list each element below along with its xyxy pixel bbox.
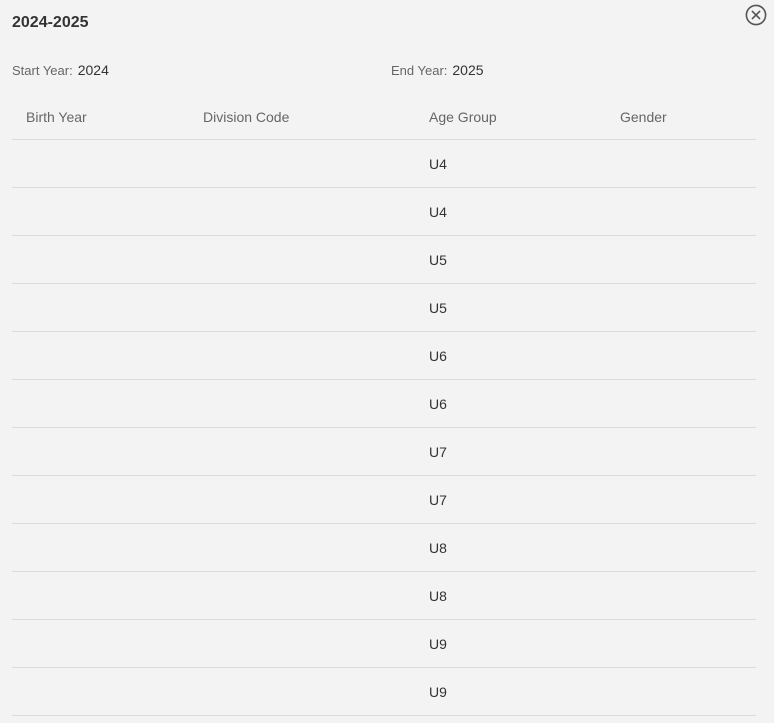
table-row: U4 bbox=[12, 188, 756, 236]
table-row: U7 bbox=[12, 476, 756, 524]
table-row: U9 bbox=[12, 620, 756, 668]
table-row: U8 bbox=[12, 572, 756, 620]
table-row: U7 bbox=[12, 428, 756, 476]
cell-age-group: U4 bbox=[429, 156, 447, 172]
cell-age-group: U9 bbox=[429, 684, 447, 700]
age-group-table: Birth Year Division Code Age Group Gende… bbox=[12, 93, 756, 716]
cell-age-group: U9 bbox=[429, 636, 447, 652]
modal-title: 2024-2025 bbox=[12, 14, 89, 31]
cell-age-group: U8 bbox=[429, 588, 447, 604]
column-header-age-group[interactable]: Age Group bbox=[429, 108, 497, 126]
cell-age-group: U5 bbox=[429, 252, 447, 268]
cell-age-group: U4 bbox=[429, 204, 447, 220]
start-year-label: Start Year: bbox=[12, 63, 73, 78]
cell-age-group: U7 bbox=[429, 444, 447, 460]
cell-age-group: U7 bbox=[429, 492, 447, 508]
close-circle-icon bbox=[745, 4, 767, 26]
start-year-value: 2024 bbox=[77, 62, 109, 78]
cell-age-group: U5 bbox=[429, 300, 447, 316]
end-year-label: End Year: bbox=[391, 63, 448, 78]
column-header-birth-year[interactable]: Birth Year bbox=[26, 108, 87, 126]
table-body: U4 U4 U5 U5 U6 U6 U7 U7 U8 U8 U9 U9 bbox=[12, 140, 756, 716]
table-header: Birth Year Division Code Age Group Gende… bbox=[12, 93, 756, 140]
table-row: U9 bbox=[12, 668, 756, 716]
start-year-field: Start Year: 2024 bbox=[12, 61, 109, 80]
end-year-field: End Year: 2025 bbox=[391, 61, 484, 80]
season-details-modal: 2024-2025 Start Year: 2024 End Year: 2025 … bbox=[0, 0, 774, 723]
table-row: U8 bbox=[12, 524, 756, 572]
cell-age-group: U8 bbox=[429, 540, 447, 556]
table-row: U6 bbox=[12, 380, 756, 428]
cell-age-group: U6 bbox=[429, 348, 447, 364]
table-row: U4 bbox=[12, 140, 756, 188]
end-year-value: 2025 bbox=[452, 62, 484, 78]
table-row: U6 bbox=[12, 332, 756, 380]
table-row: U5 bbox=[12, 236, 756, 284]
column-header-division-code[interactable]: Division Code bbox=[203, 108, 289, 126]
table-row: U5 bbox=[12, 284, 756, 332]
cell-age-group: U6 bbox=[429, 396, 447, 412]
column-header-gender[interactable]: Gender bbox=[620, 108, 667, 126]
close-button[interactable] bbox=[745, 4, 767, 26]
